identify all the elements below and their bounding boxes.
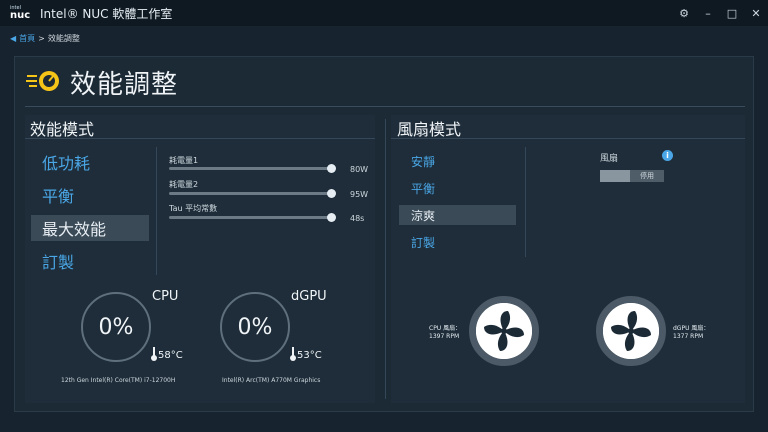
toggle-knob — [600, 170, 630, 182]
performance-heading-rule — [25, 138, 375, 139]
cpu-fan-label: CPU 風扇： — [429, 325, 462, 332]
intel-nuc-logo: intel nuc — [10, 4, 32, 22]
fan-section: 風扇模式 安靜 平衡 涼爽 訂製 風扇 i 停用 CPU 風扇： 1397 RP… — [391, 115, 745, 403]
performance-section: 效能模式 低功耗 平衡 最大效能 訂製 耗電量1 80W 耗電量2 95W Ta… — [25, 115, 375, 403]
gpu-name: Intel(R) Arc(TM) A770M Graphics — [222, 377, 321, 384]
gpu-fan-graphic — [596, 296, 666, 366]
fan-heading: 風扇模式 — [397, 120, 462, 139]
fan-divider — [525, 147, 526, 257]
info-icon[interactable]: i — [662, 150, 673, 161]
cpu-fan-readout: CPU 風扇： 1397 RPM — [429, 325, 461, 341]
fan-toggle-state: 停用 — [640, 172, 654, 180]
back-arrow-icon[interactable]: ◀ — [10, 34, 16, 43]
maximize-icon[interactable]: □ — [720, 7, 744, 20]
fan-toggle-label: 風扇 — [600, 154, 619, 164]
title-bar: intel nuc Intel® NUC 軟體工作室 ⚙ – □ ✕ — [0, 0, 768, 26]
breadcrumb-separator: > — [38, 34, 45, 43]
fan-icon — [603, 303, 659, 359]
thermometer-icon — [290, 347, 296, 361]
breadcrumb-current: 效能調整 — [47, 34, 80, 43]
performance-heading: 效能模式 — [30, 120, 95, 139]
close-icon[interactable]: ✕ — [744, 7, 768, 20]
fan-heading-rule — [391, 138, 745, 139]
logo-line2: nuc — [10, 9, 31, 21]
cpu-usage-gauge: 0% — [81, 292, 151, 362]
fan-toggle-switch[interactable]: 停用 — [600, 170, 664, 182]
cpu-temp: 58°C — [151, 347, 183, 361]
perf-mode-max-performance[interactable]: 最大效能 — [31, 215, 149, 241]
slider-label-tau: Tau 平均常數 — [169, 204, 218, 213]
fan-mode-balanced[interactable]: 平衡 — [399, 178, 516, 198]
cpu-gauge-title: CPU — [152, 289, 179, 304]
cpu-name: 12th Gen Intel(R) Core(TM) i7-12700H — [61, 377, 176, 384]
gpu-fan-rpm: 1377 RPM — [673, 333, 704, 340]
slider-value-tau: 48s — [350, 214, 365, 223]
fan-mode-quiet[interactable]: 安靜 — [399, 151, 516, 171]
cpu-fan-graphic — [469, 296, 539, 366]
thermometer-icon — [151, 347, 157, 361]
gpu-usage-value: 0% — [237, 314, 273, 340]
gpu-temp-value: 53°C — [297, 350, 322, 361]
gpu-gauge-title: dGPU — [291, 289, 327, 304]
cpu-usage-value: 0% — [98, 314, 134, 340]
perf-mode-low-power[interactable]: 低功耗 — [31, 149, 149, 175]
perf-mode-custom[interactable]: 訂製 — [31, 248, 149, 274]
slider-thumb-power1[interactable] — [327, 164, 336, 173]
gpu-usage-gauge: 0% — [220, 292, 290, 362]
fan-mode-custom[interactable]: 訂製 — [399, 232, 516, 252]
slider-value-power1: 80W — [350, 165, 369, 174]
settings-gear-icon[interactable]: ⚙ — [672, 7, 696, 20]
cpu-fan-rpm: 1397 RPM — [429, 333, 460, 340]
slider-track-tau[interactable] — [169, 216, 331, 219]
slider-value-power2: 95W — [350, 190, 369, 199]
page-title: 效能調整 — [70, 70, 179, 100]
title-divider — [25, 106, 745, 107]
slider-track-power1[interactable] — [169, 167, 331, 170]
perf-mode-balanced[interactable]: 平衡 — [31, 182, 149, 208]
speedometer-flame-icon — [26, 71, 59, 91]
section-divider — [385, 119, 386, 399]
slider-label-power2: 耗電量2 — [169, 180, 199, 189]
slider-thumb-tau[interactable] — [327, 213, 336, 222]
app-title: Intel® NUC 軟體工作室 — [40, 6, 173, 21]
window-controls: ⚙ – □ ✕ — [672, 0, 768, 26]
slider-track-power2[interactable] — [169, 192, 331, 195]
slider-thumb-power2[interactable] — [327, 189, 336, 198]
perf-divider — [156, 147, 157, 275]
gpu-fan-label: dGPU 風扇： — [673, 325, 710, 332]
gpu-temp: 53°C — [290, 347, 322, 361]
slider-label-power1: 耗電量1 — [169, 156, 199, 165]
fan-icon — [476, 303, 532, 359]
minimize-icon[interactable]: – — [696, 7, 720, 20]
breadcrumb: ◀ 首頁 > 效能調整 — [10, 33, 80, 44]
fan-mode-cool[interactable]: 涼爽 — [399, 205, 516, 225]
cpu-temp-value: 58°C — [158, 350, 183, 361]
main-panel: 效能調整 效能模式 低功耗 平衡 最大效能 訂製 耗電量1 80W 耗電量2 9… — [14, 56, 754, 412]
breadcrumb-home-link[interactable]: 首頁 — [19, 33, 35, 44]
gpu-fan-readout: dGPU 風扇： 1377 RPM — [673, 325, 709, 341]
